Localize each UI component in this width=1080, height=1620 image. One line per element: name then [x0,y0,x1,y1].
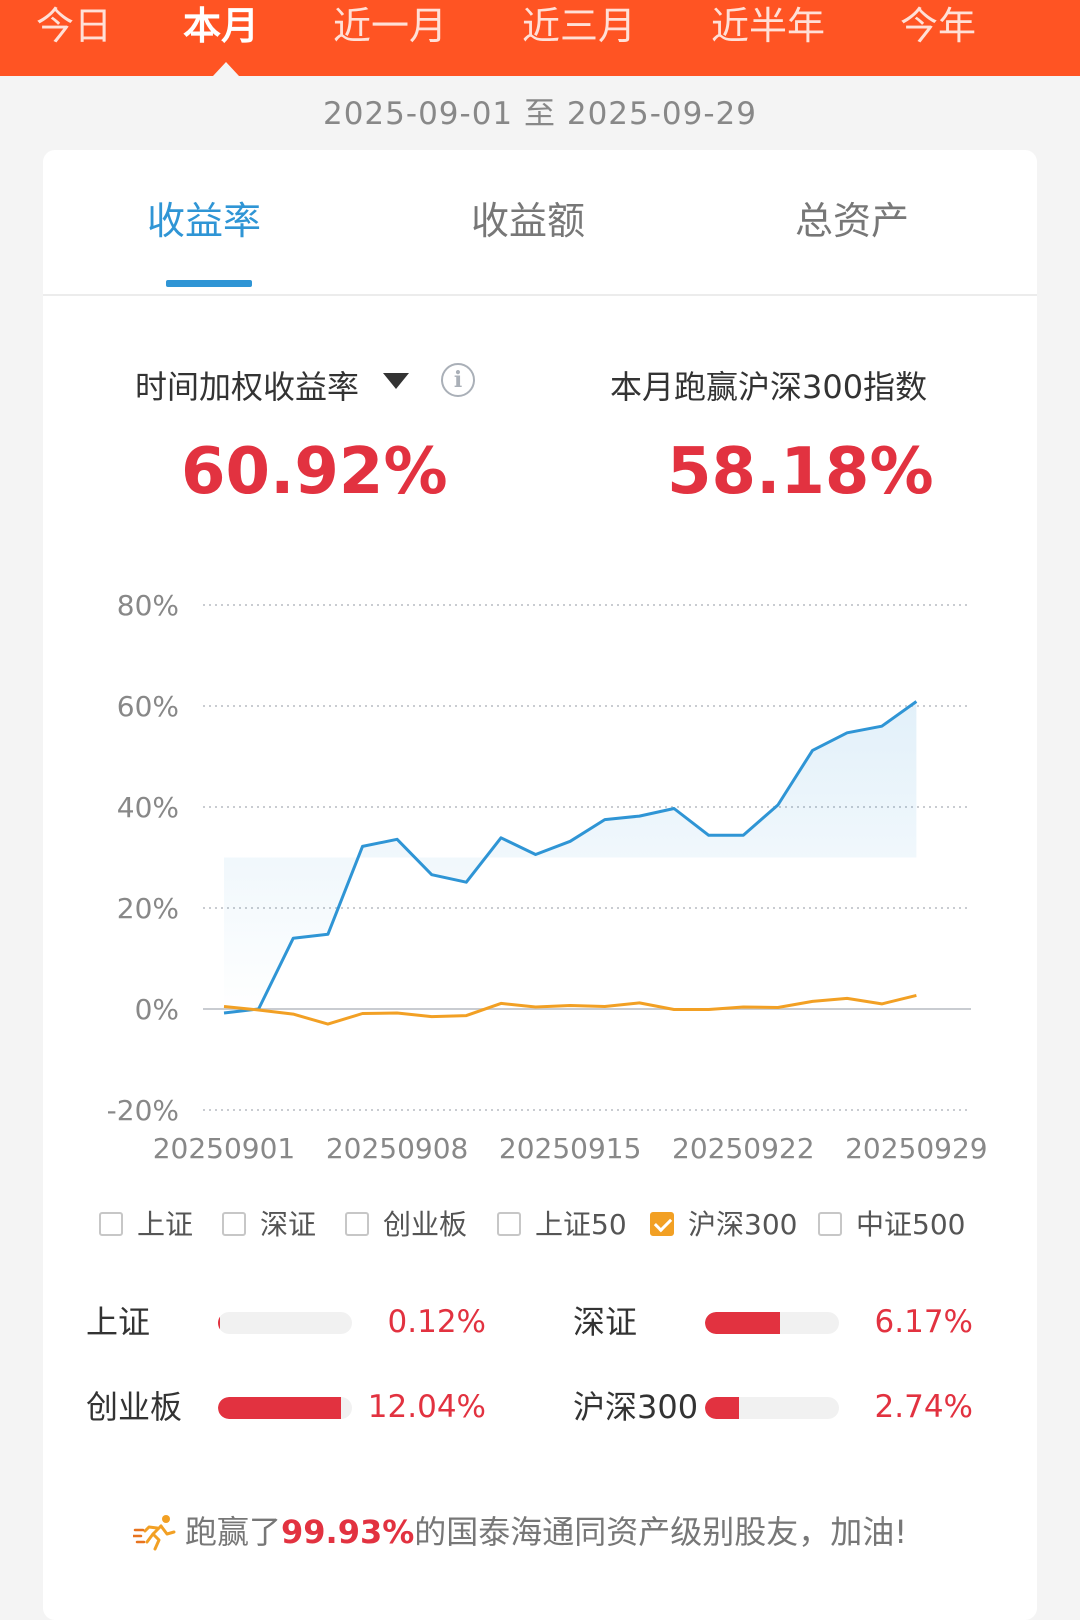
outperform-label: 本月跑赢沪深300指数 [610,368,928,406]
time-weighted-return: 60.92% [181,435,448,509]
checkbox[interactable] [99,1212,123,1236]
return-type-selector[interactable]: 时间加权收益率 [135,362,359,408]
triangle-down-icon[interactable] [383,373,409,389]
checkbox[interactable] [345,1212,369,1236]
checkbox[interactable] [818,1212,842,1236]
x-tick-label: 20250922 [672,1132,815,1165]
index-name: 深证 [573,1303,638,1341]
y-tick-label: 40% [117,791,179,824]
ranking-suffix: 的国泰海通同资产级别股友，加油! [414,1513,908,1551]
index-bar-fill [705,1397,739,1419]
index-bar-track [705,1312,839,1334]
period-tab-bar: 今日 本月 近一月 近三月 近半年 今年 [0,0,1080,76]
legend-label: 上证 [137,1208,194,1241]
index-row-shenzhen: 深证 6.17% [573,1302,993,1342]
index-bar-fill [218,1397,342,1419]
tab-this-year[interactable]: 今年 [900,0,976,52]
legend-label: 中证500 [856,1208,966,1241]
legend-label: 深证 [260,1208,317,1241]
metric-tab-underline [166,280,252,287]
y-tick-label: 20% [117,892,179,925]
checkbox[interactable] [497,1212,521,1236]
index-value: 0.12% [387,1304,486,1340]
x-tick-label: 20250915 [499,1132,642,1165]
index-value: 2.74% [874,1389,973,1425]
ranking-percent: 99.93% [281,1513,415,1551]
date-range: 2025-09-01 至 2025-09-29 [322,96,758,132]
return-line-chart[interactable]: 80% 60% 40% 20% 0% -20% 20250901 20250908 202509… [43,570,1037,1200]
index-name: 上证 [86,1303,151,1341]
ranking-text: 跑赢了99.93%的国泰海通同资产级别股友，加油! [185,1510,907,1554]
index-value: 12.04% [367,1389,486,1425]
x-tick-label: 20250929 [845,1132,988,1165]
y-tick-label: 60% [117,690,179,723]
runner-icon [133,1515,176,1551]
tab-total-assets[interactable]: 总资产 [795,190,909,245]
index-bar-track [705,1397,839,1419]
index-bar-track [218,1397,352,1419]
index-bar-fill [218,1312,220,1334]
index-bar-track [218,1312,352,1334]
returns-card: 收益率 收益额 总资产 时间加权收益率 i 60.92% 本月跑赢沪深300指数… [43,150,1037,1620]
index-row-chinext: 创业板 12.04% [86,1387,506,1427]
index-legend: 上证 深证 创业板 上证50 沪深300 中证500 [43,1205,1037,1245]
checkbox-checked[interactable] [650,1212,674,1236]
index-bar-fill [705,1312,781,1334]
tab-last-month[interactable]: 近一月 [333,0,447,52]
index-row-csi300: 沪深300 2.74% [573,1387,993,1427]
tab-return-amount[interactable]: 收益额 [471,190,585,245]
legend-label: 创业板 [383,1208,468,1241]
index-name: 创业板 [86,1388,183,1426]
tab-last-half-year[interactable]: 近半年 [711,0,825,52]
y-tick-label: -20% [107,1094,179,1127]
divider [43,294,1037,296]
y-tick-label: 0% [135,993,179,1026]
legend-label: 上证50 [535,1208,627,1241]
tab-last-three-months[interactable]: 近三月 [522,0,636,52]
index-value: 6.17% [874,1304,973,1340]
x-tick-label: 20250908 [326,1132,469,1165]
info-icon[interactable]: i [441,363,475,397]
index-name: 沪深300 [573,1388,699,1426]
outperform-value: 58.18% [667,435,934,509]
tab-this-month[interactable]: 本月 [183,0,259,52]
x-tick-label: 20250901 [153,1132,296,1165]
series-area [224,701,917,1013]
tab-today[interactable]: 今日 [36,0,112,52]
checkbox[interactable] [222,1212,246,1236]
y-tick-label: 80% [117,589,179,622]
active-tab-indicator [213,62,239,76]
index-row-shanghai: 上证 0.12% [86,1302,506,1342]
tab-return-rate[interactable]: 收益率 [147,190,261,245]
ranking-prefix: 跑赢了 [185,1513,282,1551]
legend-label: 沪深300 [688,1208,798,1241]
